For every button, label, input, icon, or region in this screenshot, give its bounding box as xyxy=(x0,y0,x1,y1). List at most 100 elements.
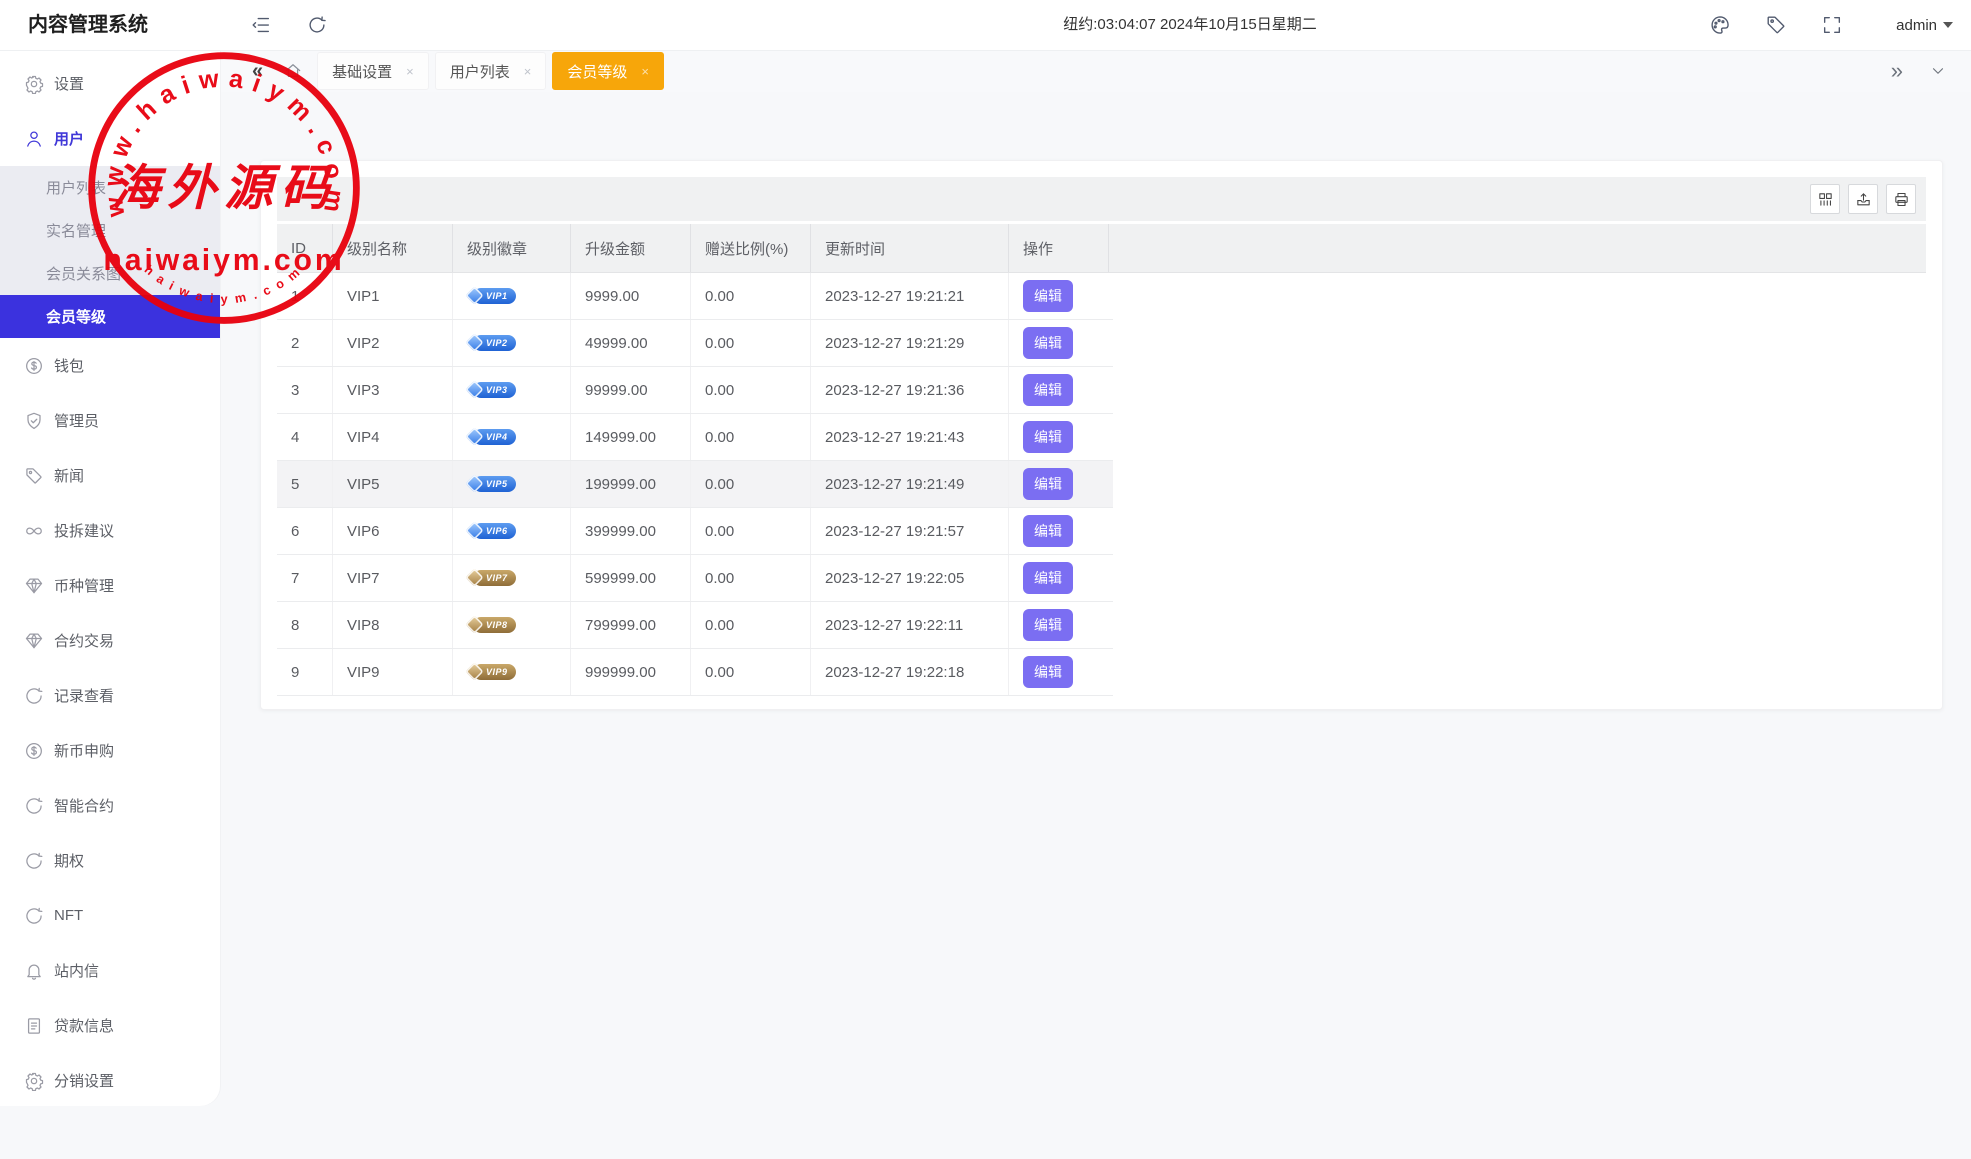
refresh-icon[interactable] xyxy=(306,14,328,36)
tabs-menu-chevron-icon[interactable] xyxy=(1929,62,1947,80)
sidebar-item-options[interactable]: 期权 xyxy=(0,833,220,888)
sidebar-item-new-coin[interactable]: 新币申购 xyxy=(0,723,220,778)
tab-close-icon[interactable]: × xyxy=(524,64,532,79)
sidebar-item-label: 用户 xyxy=(54,128,84,149)
vip-badge-icon: VIP4 xyxy=(473,429,516,445)
sidebar-submenu-user: 用户列表实名管理会员关系图会员等级 xyxy=(0,166,220,338)
user-icon xyxy=(24,129,44,149)
cell-updated-time: 2023-12-27 19:21:57 xyxy=(811,508,1009,554)
cycle-icon xyxy=(24,686,44,706)
column-header-赠送比例(%): 赠送比例(%) xyxy=(691,224,811,272)
fullscreen-icon[interactable] xyxy=(1821,14,1843,36)
cell-id: 3 xyxy=(277,367,333,413)
palette-icon[interactable] xyxy=(1709,14,1731,36)
sidebar-item-smart-contract[interactable]: 智能合约 xyxy=(0,778,220,833)
edit-button[interactable]: 编辑 xyxy=(1023,280,1073,312)
cell-action: 编辑 xyxy=(1009,555,1109,601)
cell-action: 编辑 xyxy=(1009,602,1109,648)
sidebar-item-coin-manage[interactable]: 币种管理 xyxy=(0,558,220,613)
cycle-icon xyxy=(24,906,44,926)
badge-gem-icon xyxy=(465,333,483,351)
edit-button[interactable]: 编辑 xyxy=(1023,374,1073,406)
cell-action: 编辑 xyxy=(1009,414,1109,460)
cell-level-name: VIP4 xyxy=(333,414,453,460)
menu-fold-icon[interactable] xyxy=(250,14,272,36)
column-header-ID: ID xyxy=(277,224,333,272)
edit-button[interactable]: 编辑 xyxy=(1023,515,1073,547)
badge-gem-icon xyxy=(465,568,483,586)
cell-level-name: VIP1 xyxy=(333,273,453,319)
sidebar-subitem-user-list[interactable]: 用户列表 xyxy=(0,166,220,209)
cell-bonus-ratio: 0.00 xyxy=(691,602,811,648)
cell-upgrade-amount: 799999.00 xyxy=(571,602,691,648)
export-button[interactable] xyxy=(1848,184,1878,214)
edit-button[interactable]: 编辑 xyxy=(1023,421,1073,453)
cell-id: 8 xyxy=(277,602,333,648)
cell-action: 编辑 xyxy=(1009,649,1109,695)
clock-text: 纽约:03:04:07 2024年10月15日星期二 xyxy=(1063,0,1316,50)
sidebar-item-distribution[interactable]: 分销设置 xyxy=(0,1053,220,1108)
sidebar-item-label: 智能合约 xyxy=(54,795,114,816)
sidebar-item-nft[interactable]: NFT xyxy=(0,888,220,943)
tab-会员等级[interactable]: 会员等级 × xyxy=(552,52,664,90)
sidebar-item-wallet[interactable]: 钱包 xyxy=(0,338,220,393)
cell-updated-time: 2023-12-27 19:21:43 xyxy=(811,414,1009,460)
table-row-VIP9: 9VIP9VIP9999999.000.002023-12-27 19:22:1… xyxy=(277,649,1113,696)
cycle-icon xyxy=(24,796,44,816)
edit-button[interactable]: 编辑 xyxy=(1023,562,1073,594)
table-row-VIP8: 8VIP8VIP8799999.000.002023-12-27 19:22:1… xyxy=(277,602,1113,649)
tab-close-icon[interactable]: × xyxy=(641,64,649,79)
admin-name: admin xyxy=(1896,17,1937,34)
sidebar-item-settings[interactable]: 设置 xyxy=(0,56,220,111)
tag-icon[interactable] xyxy=(1765,14,1787,36)
badge-gem-icon xyxy=(465,286,483,304)
member-level-card: ID级别名称级别徽章升级金额赠送比例(%)更新时间操作 1VIP1VIP1999… xyxy=(260,160,1943,710)
tabs-collapse-icon[interactable]: « xyxy=(252,60,261,83)
dollar-icon xyxy=(24,356,44,376)
tabs-more-icon[interactable]: » xyxy=(1891,60,1903,82)
sidebar-item-label: 管理员 xyxy=(54,410,99,431)
sidebar-item-news[interactable]: 新闻 xyxy=(0,448,220,503)
sidebar-subitem-member-level[interactable]: 会员等级 xyxy=(0,295,220,338)
tab-close-icon[interactable]: × xyxy=(406,64,414,79)
sidebar-item-suggestion[interactable]: 投拆建议 xyxy=(0,503,220,558)
sidebar-item-label: 记录查看 xyxy=(54,685,114,706)
table-row-VIP4: 4VIP4VIP4149999.000.002023-12-27 19:21:4… xyxy=(277,414,1113,461)
badge-text: VIP7 xyxy=(486,573,508,583)
sidebar-item-record-view[interactable]: 记录查看 xyxy=(0,668,220,723)
sidebar-subitem-relation-graph[interactable]: 会员关系图 xyxy=(0,252,220,295)
sidebar-item-label: 期权 xyxy=(54,850,84,871)
cell-level-name: VIP5 xyxy=(333,461,453,507)
edit-button[interactable]: 编辑 xyxy=(1023,609,1073,641)
sidebar-item-user[interactable]: 用户 xyxy=(0,111,220,166)
sidebar-item-admin[interactable]: 管理员 xyxy=(0,393,220,448)
sidebar-item-label: 投拆建议 xyxy=(54,520,114,541)
sidebar-subitem-realname[interactable]: 实名管理 xyxy=(0,209,220,252)
sidebar: 设置用户用户列表实名管理会员关系图会员等级钱包管理员新闻投拆建议币种管理合约交易… xyxy=(0,50,220,1106)
edit-button[interactable]: 编辑 xyxy=(1023,656,1073,688)
sidebar-item-label: 站内信 xyxy=(54,960,99,981)
sidebar-item-site-mail[interactable]: 站内信 xyxy=(0,943,220,998)
cell-updated-time: 2023-12-27 19:22:18 xyxy=(811,649,1009,695)
column-header-filler xyxy=(1109,224,1926,272)
cell-level-name: VIP3 xyxy=(333,367,453,413)
vip-badge-icon: VIP6 xyxy=(473,523,516,539)
column-header-级别名称: 级别名称 xyxy=(333,224,453,272)
home-icon[interactable] xyxy=(283,61,303,81)
sidebar-item-loan-info[interactable]: 贷款信息 xyxy=(0,998,220,1053)
cell-level-badge: VIP4 xyxy=(453,414,571,460)
edit-button[interactable]: 编辑 xyxy=(1023,468,1073,500)
tab-label: 会员等级 xyxy=(567,61,627,82)
tab-基础设置[interactable]: 基础设置× xyxy=(317,52,429,90)
print-button[interactable] xyxy=(1886,184,1916,214)
columns-button[interactable] xyxy=(1810,184,1840,214)
edit-button[interactable]: 编辑 xyxy=(1023,327,1073,359)
cell-updated-time: 2023-12-27 19:21:49 xyxy=(811,461,1009,507)
cell-updated-time: 2023-12-27 19:21:21 xyxy=(811,273,1009,319)
badge-text: VIP2 xyxy=(486,338,508,348)
tab-用户列表[interactable]: 用户列表× xyxy=(435,52,547,90)
table-row-VIP7: 7VIP7VIP7599999.000.002023-12-27 19:22:0… xyxy=(277,555,1113,602)
columns-icon xyxy=(1817,191,1834,208)
sidebar-item-contract-trade[interactable]: 合约交易 xyxy=(0,613,220,668)
admin-dropdown[interactable]: admin xyxy=(1896,0,1953,50)
